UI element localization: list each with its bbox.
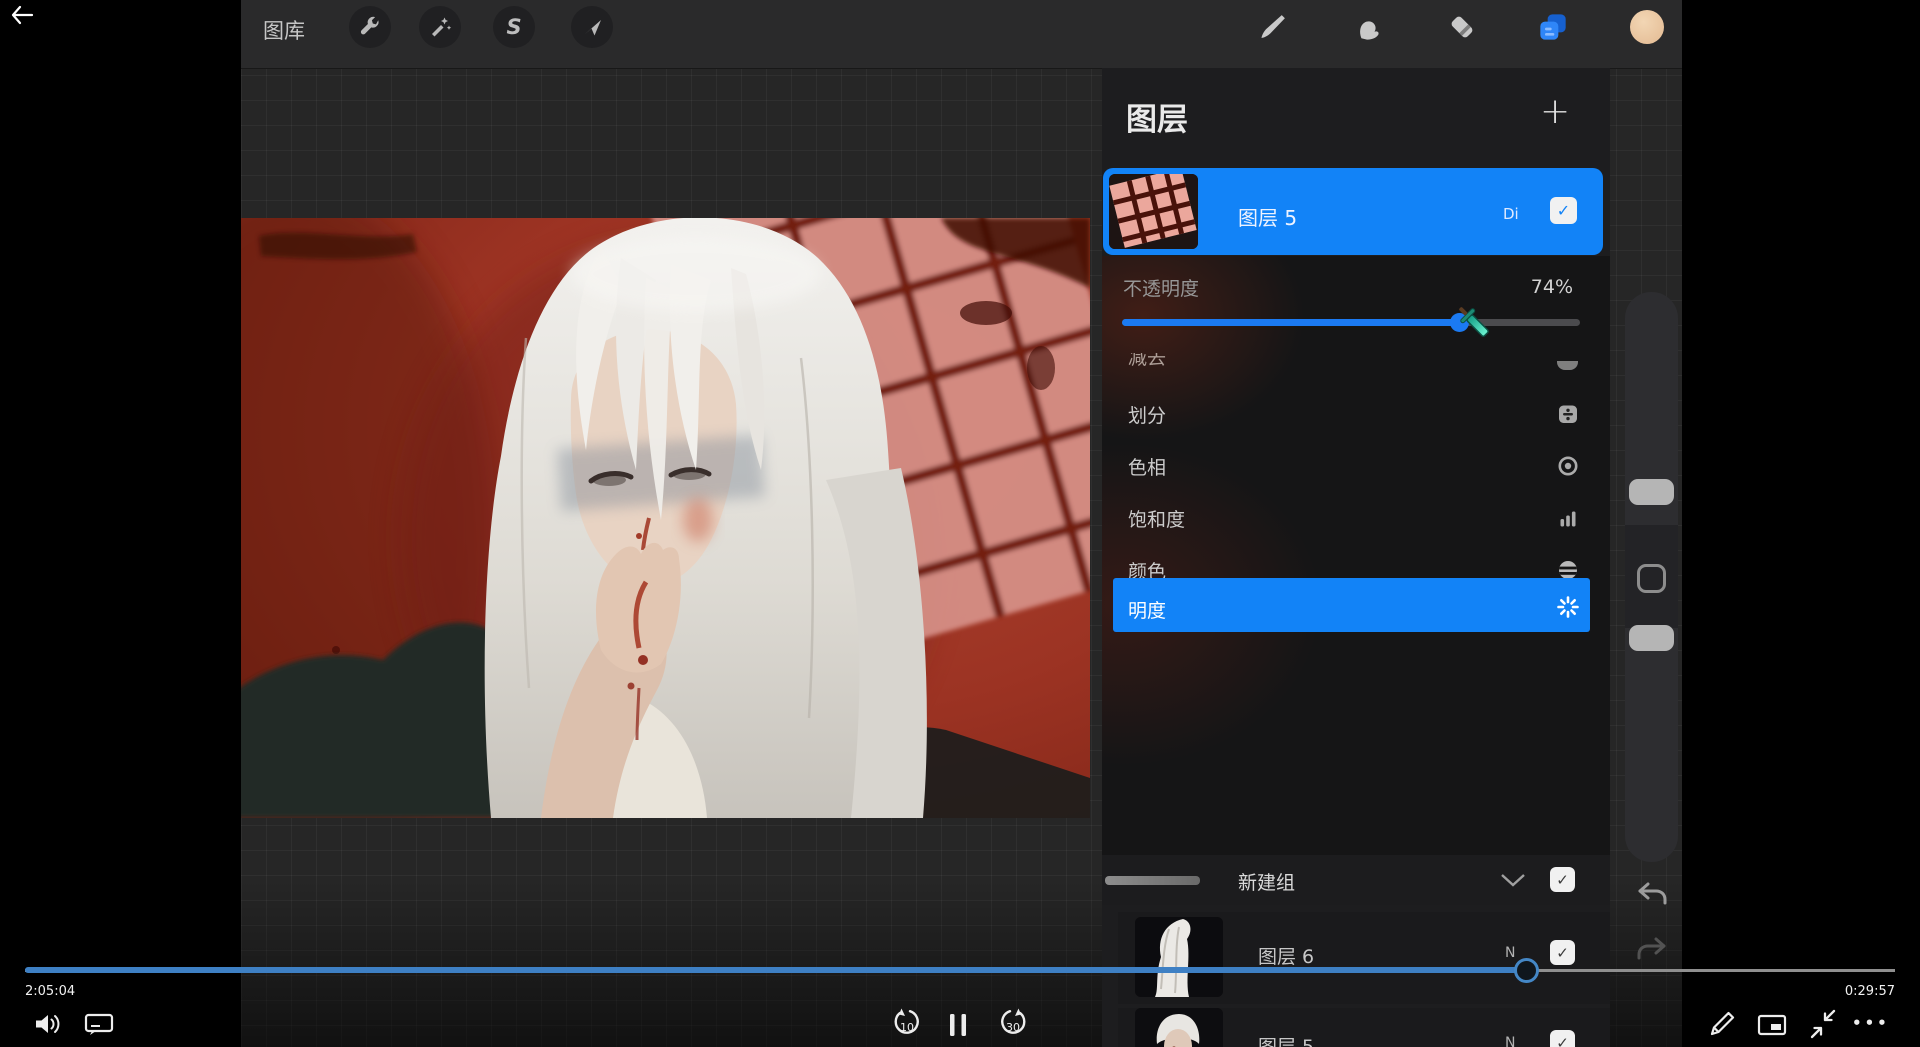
smudge-finger-icon [1352,12,1382,42]
layer-thumbnail[interactable] [1109,174,1198,249]
blend-mode-partial-row[interactable]: 减去 [1128,353,1548,370]
seekbar-handle[interactable] [1514,958,1539,983]
group-name: 新建组 [1238,868,1295,895]
color-swatch-button[interactable] [1630,10,1664,44]
layer-thumbnail[interactable] [1135,1008,1223,1047]
hair-thumbnail-art [1135,917,1223,997]
opacity-slider-fill [1122,319,1460,326]
rewind-seconds-label: 10 [900,1021,914,1034]
blend-mode-badge[interactable]: N [1505,945,1515,961]
divide-blend-icon [1556,402,1580,426]
painting-canvas [241,218,1090,818]
face-thumbnail-art [1135,1008,1223,1047]
pencil-icon [1706,1008,1738,1040]
selection-s-icon: S [506,15,521,39]
layers-panel: 图层 + 图层 5 Di [1102,68,1610,1047]
speaker-icon [33,1010,63,1038]
undo-icon[interactable] [1636,881,1668,911]
layers-panel-button[interactable] [1537,11,1569,43]
group-visibility-checkbox[interactable]: ✓ [1550,867,1575,892]
blend-mode-badge[interactable]: Di [1503,205,1519,223]
pause-icon [947,1012,969,1038]
rewind-10-button[interactable]: 10 [888,1008,926,1042]
blend-mode-popover: 不透明度 74% 减去 [1102,256,1610,857]
layer-visibility-checkbox[interactable]: ✓ [1550,197,1577,224]
layer-thumbnail[interactable] [1135,917,1223,997]
volume-button[interactable] [33,1010,63,1038]
hue-blend-icon [1556,454,1580,478]
layers-panel-title: 图层 [1126,94,1188,139]
eraser-tool-button[interactable] [1446,11,1478,43]
layer-row-selected[interactable]: 图层 5 Di ✓ [1103,168,1603,255]
elapsed-time: 2:05:04 [25,984,75,999]
back-button[interactable] [10,5,34,25]
artwork-illustration [241,218,1090,818]
opacity-label: 不透明度 [1123,274,1199,301]
layer-row[interactable]: 图层 5 N ✓ [1118,1008,1610,1047]
sword-cursor [1450,298,1494,342]
magic-wand-icon [428,15,452,39]
exit-fullscreen-button[interactable] [1806,1007,1840,1041]
chevron-down-icon[interactable] [1500,873,1526,887]
blend-mode-item-hue[interactable]: 色相 [1102,440,1610,492]
forward-30-button[interactable]: 30 [994,1008,1032,1042]
pause-button[interactable] [947,1012,969,1038]
add-layer-button[interactable]: + [1540,94,1570,130]
transform-button[interactable] [571,6,613,48]
brush-icon [1258,12,1288,42]
eraser-icon [1447,12,1477,42]
modify-button[interactable] [1637,564,1666,593]
blend-mode-badge[interactable]: N [1505,1035,1515,1047]
pip-button[interactable] [1757,1013,1787,1037]
cursor-arrow-icon [580,15,604,39]
mini-player-icon [1757,1013,1787,1037]
blend-mode-item-luminosity[interactable]: 明度 [1113,578,1590,632]
layers-icon [1537,11,1569,43]
layer-group-row[interactable]: 新建组 ✓ [1102,855,1610,905]
forward-seconds-label: 30 [1006,1021,1020,1034]
brush-tool-button[interactable] [1257,11,1289,43]
screen: 图库 S [0,0,1920,1047]
lattice-thumbnail-art [1109,174,1198,249]
remaining-time: 0:29:57 [1830,984,1895,999]
brush-opacity-slider-handle[interactable] [1629,625,1674,651]
blend-mode-item-saturation[interactable]: 饱和度 [1102,492,1610,544]
adjustments-button[interactable] [419,6,461,48]
procreate-toolbar: 图库 S [241,0,1682,69]
saturation-blend-icon [1556,506,1580,530]
smudge-tool-button[interactable] [1351,11,1383,43]
luminosity-blend-icon [1556,595,1580,619]
shrink-arrows-icon [1806,1007,1840,1041]
opacity-value: 74% [1531,276,1573,298]
more-options-button[interactable]: ••• [1852,1014,1890,1032]
wrench-icon [358,15,382,39]
group-thumbnail-bar [1105,876,1200,885]
subtitle-icon [84,1013,114,1037]
actions-button[interactable] [349,6,391,48]
blend-partial-icon [1557,361,1578,370]
opacity-slider[interactable] [1122,319,1580,326]
blend-mode-item-divide[interactable]: 划分 [1102,388,1610,440]
gallery-button[interactable]: 图库 [263,15,305,45]
selection-button[interactable]: S [493,6,535,48]
seekbar-progress [25,967,1527,973]
brush-size-slider-handle[interactable] [1629,479,1674,505]
layer-visibility-checkbox[interactable]: ✓ [1550,940,1575,965]
annotate-button[interactable] [1706,1008,1738,1040]
layer-row[interactable]: 图层 6 N ✓ [1118,912,1610,1004]
redo-icon[interactable] [1636,936,1668,966]
layer-visibility-checkbox[interactable]: ✓ [1550,1030,1575,1047]
layer-name: 图层 5 [1258,1032,1314,1047]
layer-name: 图层 6 [1258,942,1314,969]
layer-name: 图层 5 [1238,202,1297,231]
subtitles-button[interactable] [84,1013,114,1037]
